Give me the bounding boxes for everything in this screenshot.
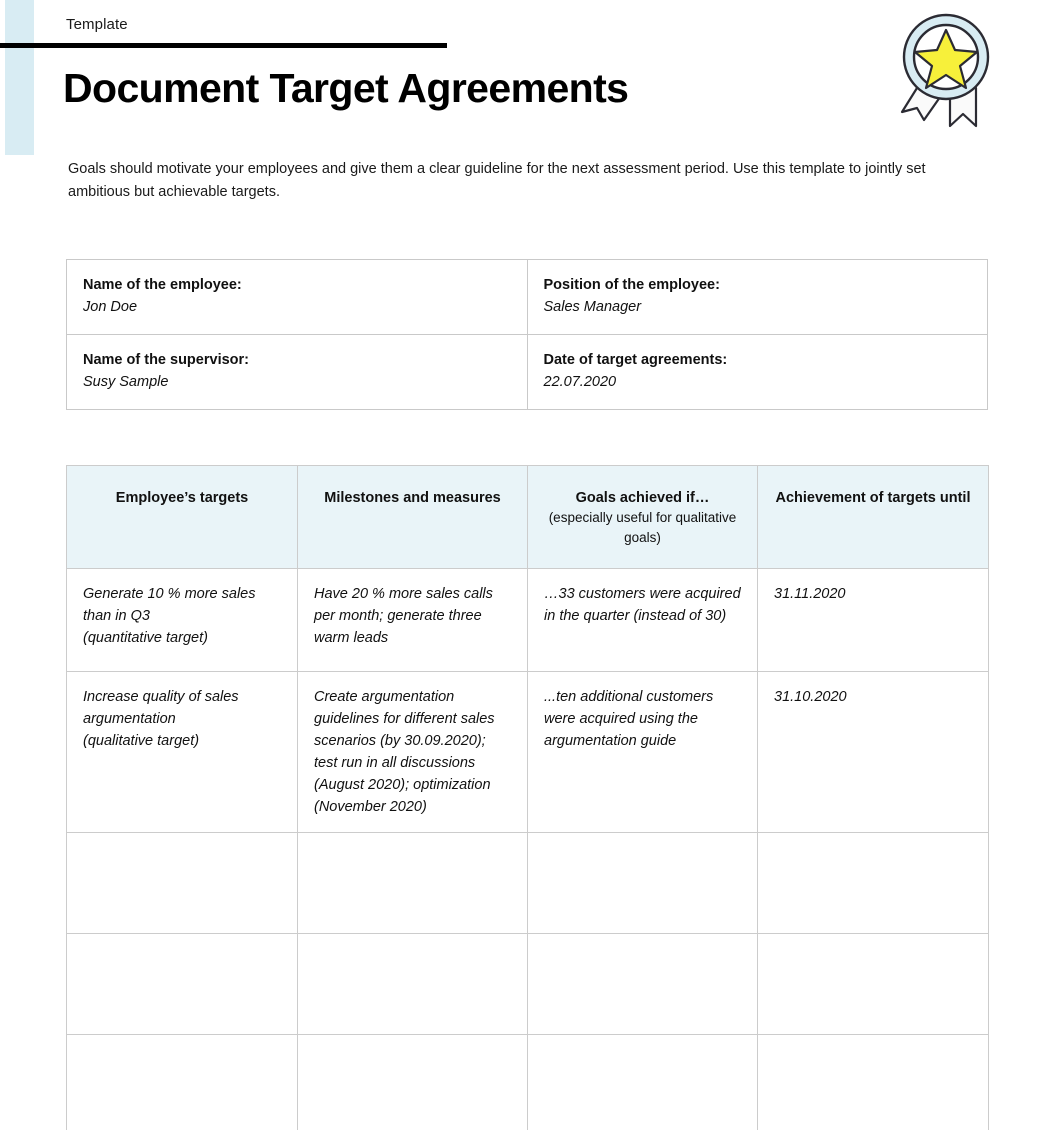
info-value: Sales Manager (543, 299, 642, 315)
info-cell-employee-position: Position of the employee: Sales Manager (526, 259, 988, 335)
column-header-title: Goals achieved if… (575, 490, 710, 506)
table-row: Generate 10 % more sales than in Q3 (quan… (66, 568, 989, 672)
cell-milestones: Have 20 % more sales calls per month; ge… (297, 568, 528, 672)
title-rule (0, 43, 447, 48)
cell-milestones: Create argumentation guidelines for diff… (297, 671, 528, 833)
info-label: Position of the employee: (543, 277, 720, 293)
cell-goals-achieved-if (527, 832, 758, 934)
employee-info-table: Name of the employee: Jon Doe Position o… (66, 259, 988, 410)
info-value: Jon Doe (83, 299, 138, 315)
cell-employee-targets (66, 832, 298, 934)
column-header-title: Employee’s targets (115, 490, 249, 506)
info-label: Date of target agreements: (543, 352, 728, 368)
info-value: 22.07.2020 (543, 374, 617, 390)
column-header-title: Milestones and measures (324, 490, 501, 506)
column-header-milestones: Milestones and measures (297, 465, 528, 569)
table-row: Name of the employee: Jon Doe Position o… (66, 259, 988, 335)
cell-milestones (297, 832, 528, 934)
cell-employee-targets: Increase quality of sales argumentation(… (66, 671, 298, 833)
table-header-row: Employee’s targets Milestones and measur… (66, 465, 989, 569)
cell-goals-achieved-if (527, 1034, 758, 1130)
column-header-goals-achieved-if: Goals achieved if… (especially useful fo… (527, 465, 758, 569)
cell-achievement-until (757, 1034, 989, 1130)
table-row (66, 933, 989, 1035)
info-cell-supervisor-name: Name of the supervisor: Susy Sample (66, 334, 528, 410)
info-label: Name of the employee: (83, 277, 242, 293)
award-badge-icon (890, 8, 1000, 128)
info-label: Name of the supervisor: (83, 352, 249, 368)
info-cell-agreement-date: Date of target agreements: 22.07.2020 (526, 334, 988, 410)
cell-achievement-until (757, 933, 989, 1035)
column-header-subtitle: (especially useful for qualitative goals… (548, 510, 737, 545)
cell-achievement-until: 31.11.2020 (757, 568, 989, 672)
cell-goals-achieved-if (527, 933, 758, 1035)
page-title: Document Target Agreements (63, 65, 629, 111)
column-header-employee-targets: Employee’s targets (66, 465, 298, 569)
cell-goals-achieved-if: ...ten additional customers were acquire… (527, 671, 758, 833)
table-row (66, 1034, 989, 1130)
accent-bar (5, 0, 34, 155)
info-cell-employee-name: Name of the employee: Jon Doe (66, 259, 528, 335)
column-header-achievement-until: Achievement of targets until (757, 465, 989, 569)
intro-paragraph: Goals should motivate your employees and… (68, 161, 926, 200)
template-kicker: Template (66, 16, 128, 33)
info-value: Susy Sample (83, 374, 169, 390)
table-row: Increase quality of sales argumentation(… (66, 671, 989, 833)
cell-achievement-until (757, 832, 989, 934)
cell-achievement-until: 31.10.2020 (757, 671, 989, 833)
cell-goals-achieved-if: …33 customers were acquired in the quart… (527, 568, 758, 672)
table-row: Name of the supervisor: Susy Sample Date… (66, 334, 988, 410)
column-header-title: Achievement of targets until (775, 490, 971, 506)
cell-employee-targets: Generate 10 % more sales than in Q3 (quan… (66, 568, 298, 672)
cell-milestones (297, 933, 528, 1035)
table-row (66, 832, 989, 934)
document-page: Template Document Target Agreements Goal… (0, 0, 1052, 1130)
target-agreements-table: Employee’s targets Milestones and measur… (66, 465, 989, 1130)
cell-employee-targets (66, 933, 298, 1035)
cell-milestones (297, 1034, 528, 1130)
cell-employee-targets (66, 1034, 298, 1130)
